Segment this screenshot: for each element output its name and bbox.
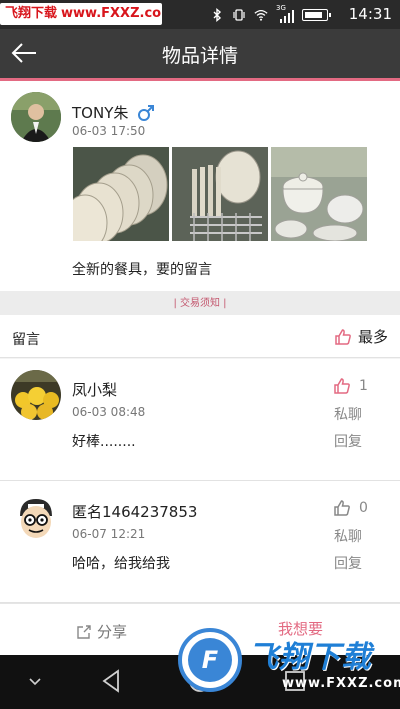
like-button[interactable]: 1 xyxy=(333,377,368,395)
share-button[interactable]: 分享 xyxy=(76,621,127,642)
comments-label: 留言 xyxy=(12,332,40,348)
thumbs-up-icon xyxy=(335,328,351,345)
status-icons: 3G xyxy=(210,4,331,24)
watermark-logo-url: www.FXXZ.com xyxy=(282,676,400,691)
like-count: 1 xyxy=(359,378,368,394)
poster-username[interactable]: TONY朱 xyxy=(72,102,128,123)
watermark-url: www.FXXZ.com xyxy=(61,6,162,21)
comment-time: 06-07 12:21 xyxy=(72,527,146,541)
comment-text: 好棒........ xyxy=(72,434,136,450)
poster-avatar[interactable] xyxy=(11,92,61,142)
watermark-emblem: F xyxy=(178,628,242,692)
hide-keyboard-icon[interactable] xyxy=(28,677,42,687)
vibrate-icon xyxy=(233,9,245,21)
comment-time: 06-03 08:48 xyxy=(72,405,146,419)
commenter-avatar[interactable] xyxy=(11,492,61,542)
trade-notice-band: | 交易须知 | xyxy=(0,291,400,315)
comment-item: 匿名1464237853 06-07 12:21 哈哈，给我给我 0 私聊 回复 xyxy=(0,481,400,603)
like-count: 0 xyxy=(359,500,368,516)
male-icon xyxy=(138,105,154,121)
battery-icon xyxy=(302,9,331,21)
watermark-logo: F 飞翔下载 www.FXXZ.com xyxy=(178,628,400,700)
tureen-photo[interactable] xyxy=(271,147,367,241)
thumbs-up-icon xyxy=(334,500,350,516)
commenter-avatar[interactable] xyxy=(11,370,61,420)
trade-notice-link[interactable]: | 交易须知 | xyxy=(173,298,226,309)
back-triangle-icon[interactable] xyxy=(100,669,122,693)
sort-by-likes-button[interactable]: 最多 xyxy=(334,326,388,347)
plates-photo[interactable] xyxy=(73,147,169,241)
comment-item: 凤小梨 06-03 08:48 好棒........ 1 私聊 回复 xyxy=(0,359,400,481)
watermark-logo-text: 飞翔下载 xyxy=(248,640,372,675)
thumbs-up-icon xyxy=(334,378,350,394)
sort-label: 最多 xyxy=(357,328,388,346)
share-label: 分享 xyxy=(97,623,128,641)
comment-text: 哈哈，给我给我 xyxy=(72,556,170,572)
share-icon xyxy=(77,624,91,639)
watermark-site-name: 飞翔下载 xyxy=(5,6,58,21)
post-description: 全新的餐具，要的留言 xyxy=(72,262,212,278)
reply-button[interactable]: 回复 xyxy=(334,553,362,573)
watermark-banner: 飞翔下载www.FXXZ.com xyxy=(0,3,162,25)
item-post: TONY朱 06-03 17:50 全新的餐具，要的留言 xyxy=(0,81,400,291)
commenter-name[interactable]: 凤小梨 xyxy=(72,379,117,400)
comments-header: 留言 最多 xyxy=(0,315,400,358)
dish-rack-photo[interactable] xyxy=(172,147,268,241)
status-time: 14:31 xyxy=(348,5,392,23)
page-title: 物品详情 xyxy=(161,45,238,67)
like-button[interactable]: 0 xyxy=(333,499,368,517)
status-bar: 飞翔下载www.FXXZ.com 3G 14:31 xyxy=(0,0,400,29)
post-time: 06-03 17:50 xyxy=(72,124,146,138)
reply-button[interactable]: 回复 xyxy=(334,431,362,451)
private-chat-button[interactable]: 私聊 xyxy=(334,404,362,424)
private-chat-button[interactable]: 私聊 xyxy=(334,526,362,546)
bluetooth-icon xyxy=(213,8,222,22)
signal-icon: 3G xyxy=(276,4,294,23)
app-header: 物品详情 xyxy=(0,29,400,78)
wifi-icon xyxy=(254,9,268,21)
commenter-name[interactable]: 匿名1464237853 xyxy=(72,501,197,522)
